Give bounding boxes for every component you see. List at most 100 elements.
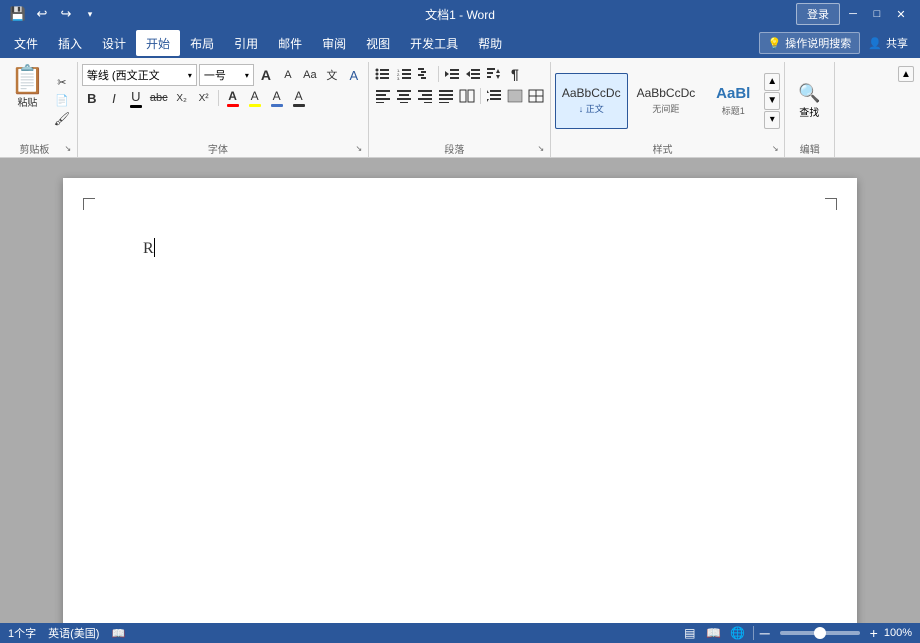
paste-label: 粘贴: [17, 94, 37, 109]
border-button[interactable]: A: [289, 88, 309, 108]
shrink-font-button[interactable]: A: [278, 65, 298, 85]
align-left-button[interactable]: [373, 86, 393, 106]
grow-font-button[interactable]: A: [256, 65, 276, 85]
font-name-selector[interactable]: 等线 (西文正文 ▾: [82, 64, 197, 86]
separator: [753, 626, 754, 640]
menu-view[interactable]: 视图: [356, 30, 400, 56]
numbering-button[interactable]: 1.2.3.: [394, 64, 414, 84]
shading-button[interactable]: A: [267, 88, 287, 108]
cut-button[interactable]: ✂: [51, 75, 73, 91]
highlight-button[interactable]: A: [245, 88, 265, 108]
share-label: 共享: [886, 35, 908, 51]
menu-review[interactable]: 审阅: [312, 30, 356, 56]
font-group-label: 字体: [82, 141, 354, 156]
align-center-button[interactable]: [394, 86, 414, 106]
style-normal-preview: AaBbCcDc: [562, 86, 621, 100]
format-painter-button[interactable]: 🖌: [51, 111, 73, 127]
undo-button[interactable]: ↩: [32, 4, 52, 24]
style-normal[interactable]: AaBbCcDc ↓ 正文: [555, 73, 628, 129]
book-icon: 📖: [111, 627, 125, 640]
search-bar[interactable]: 💡 操作说明搜索: [759, 32, 861, 54]
styles-scroll: ▲ ▼ ▾: [764, 73, 780, 129]
zoom-out-button[interactable]: ─: [760, 625, 770, 641]
redo-button[interactable]: ↪: [56, 4, 76, 24]
font-size-selector[interactable]: 一号 ▾: [199, 64, 254, 86]
style-nospace[interactable]: AaBbCcDc 无间距: [630, 73, 703, 129]
bold-button[interactable]: B: [82, 88, 102, 108]
page-corner-tr: [825, 198, 837, 210]
font-color-button[interactable]: A: [223, 88, 243, 108]
document-content[interactable]: R: [143, 238, 777, 258]
menu-references[interactable]: 引用: [224, 30, 268, 56]
menu-insert[interactable]: 插入: [48, 30, 92, 56]
find-button[interactable]: 🔍 查找: [789, 81, 829, 121]
print-layout-button[interactable]: ▤: [681, 624, 699, 642]
show-marks-button[interactable]: ¶: [505, 64, 525, 84]
window-controls: 登录 ─ □ ✕: [796, 3, 912, 25]
menu-file[interactable]: 文件: [4, 30, 48, 56]
ribbon-collapse-button[interactable]: ▲: [898, 66, 914, 82]
document-page[interactable]: R: [63, 178, 857, 623]
multilevel-button[interactable]: [415, 64, 435, 84]
read-mode-button[interactable]: 📖: [705, 624, 723, 642]
document-text: R: [143, 240, 154, 257]
window-title: 文档1 - Word: [425, 6, 495, 23]
paste-button[interactable]: 📋 粘贴: [6, 64, 49, 137]
share-button[interactable]: 👤 共享: [860, 33, 916, 53]
underline-button[interactable]: U: [126, 88, 146, 108]
minimize-button[interactable]: ─: [842, 3, 864, 25]
align-right-button[interactable]: [415, 86, 435, 106]
styles-group: AaBbCcDc ↓ 正文 AaBbCcDc 无间距 AaBl 标题1 ▲ ▼ …: [551, 62, 785, 157]
close-button[interactable]: ✕: [890, 3, 912, 25]
justify-button[interactable]: [436, 86, 456, 106]
menu-developer[interactable]: 开发工具: [400, 30, 468, 56]
web-layout-button[interactable]: 🌐: [729, 624, 747, 642]
wen-button[interactable]: 文: [322, 65, 342, 85]
line-spacing-button[interactable]: [484, 86, 504, 106]
styles-scroll-up[interactable]: ▲: [764, 73, 780, 91]
style-heading1[interactable]: AaBl 标题1: [704, 73, 762, 129]
login-button[interactable]: 登录: [796, 3, 840, 25]
title-bar: 💾 ↩ ↪ ▾ 文档1 - Word 登录 ─ □ ✕: [0, 0, 920, 28]
clear-format-button[interactable]: A: [344, 65, 364, 85]
subscript-button[interactable]: X₂: [172, 88, 192, 108]
italic-button[interactable]: I: [104, 88, 124, 108]
shading-para-button[interactable]: [505, 86, 525, 106]
superscript-button[interactable]: X²: [194, 88, 214, 108]
decrease-indent-button[interactable]: [442, 64, 462, 84]
styles-scroll-down[interactable]: ▼: [764, 92, 780, 110]
zoom-in-button[interactable]: +: [870, 625, 878, 641]
paragraph-group-label: 段落: [373, 141, 536, 156]
restore-button[interactable]: □: [866, 3, 888, 25]
page-corner-tl: [83, 198, 95, 210]
borders-button[interactable]: [526, 86, 546, 106]
editing-group-label: 编辑: [789, 141, 830, 156]
qa-dropdown-button[interactable]: ▾: [80, 4, 100, 24]
strikethrough-button[interactable]: abc: [148, 88, 170, 108]
save-button[interactable]: 💾: [8, 4, 28, 24]
bullets-button[interactable]: [373, 64, 393, 84]
zoom-thumb[interactable]: [814, 627, 826, 639]
sort-button[interactable]: [484, 64, 504, 84]
case-button[interactable]: Aa: [300, 65, 320, 85]
text-cursor: [154, 238, 155, 257]
increase-indent-button[interactable]: [463, 64, 483, 84]
copy-button[interactable]: 📄: [51, 93, 73, 109]
menu-mailings[interactable]: 邮件: [268, 30, 312, 56]
styles-expand[interactable]: ▾: [764, 111, 780, 129]
menu-layout[interactable]: 布局: [180, 30, 224, 56]
paragraph-expand-icon[interactable]: ↘: [536, 144, 546, 154]
styles-expand-icon[interactable]: ↘: [770, 144, 780, 154]
menu-help[interactable]: 帮助: [468, 30, 512, 56]
font-group: 等线 (西文正文 ▾ 一号 ▾ A A Aa 文 A B I: [78, 62, 369, 157]
style-heading1-preview: AaBl: [716, 85, 750, 102]
zoom-slider[interactable]: [780, 631, 860, 635]
language: 英语(美国): [48, 625, 99, 641]
lightbulb-icon: 💡: [768, 37, 782, 50]
style-normal-label: ↓ 正文: [579, 102, 604, 115]
clipboard-expand-icon[interactable]: ↘: [63, 144, 73, 154]
menu-home[interactable]: 开始: [136, 30, 180, 56]
column-layout-button[interactable]: [457, 86, 477, 106]
font-expand-icon[interactable]: ↘: [354, 144, 364, 154]
menu-design[interactable]: 设计: [92, 30, 136, 56]
